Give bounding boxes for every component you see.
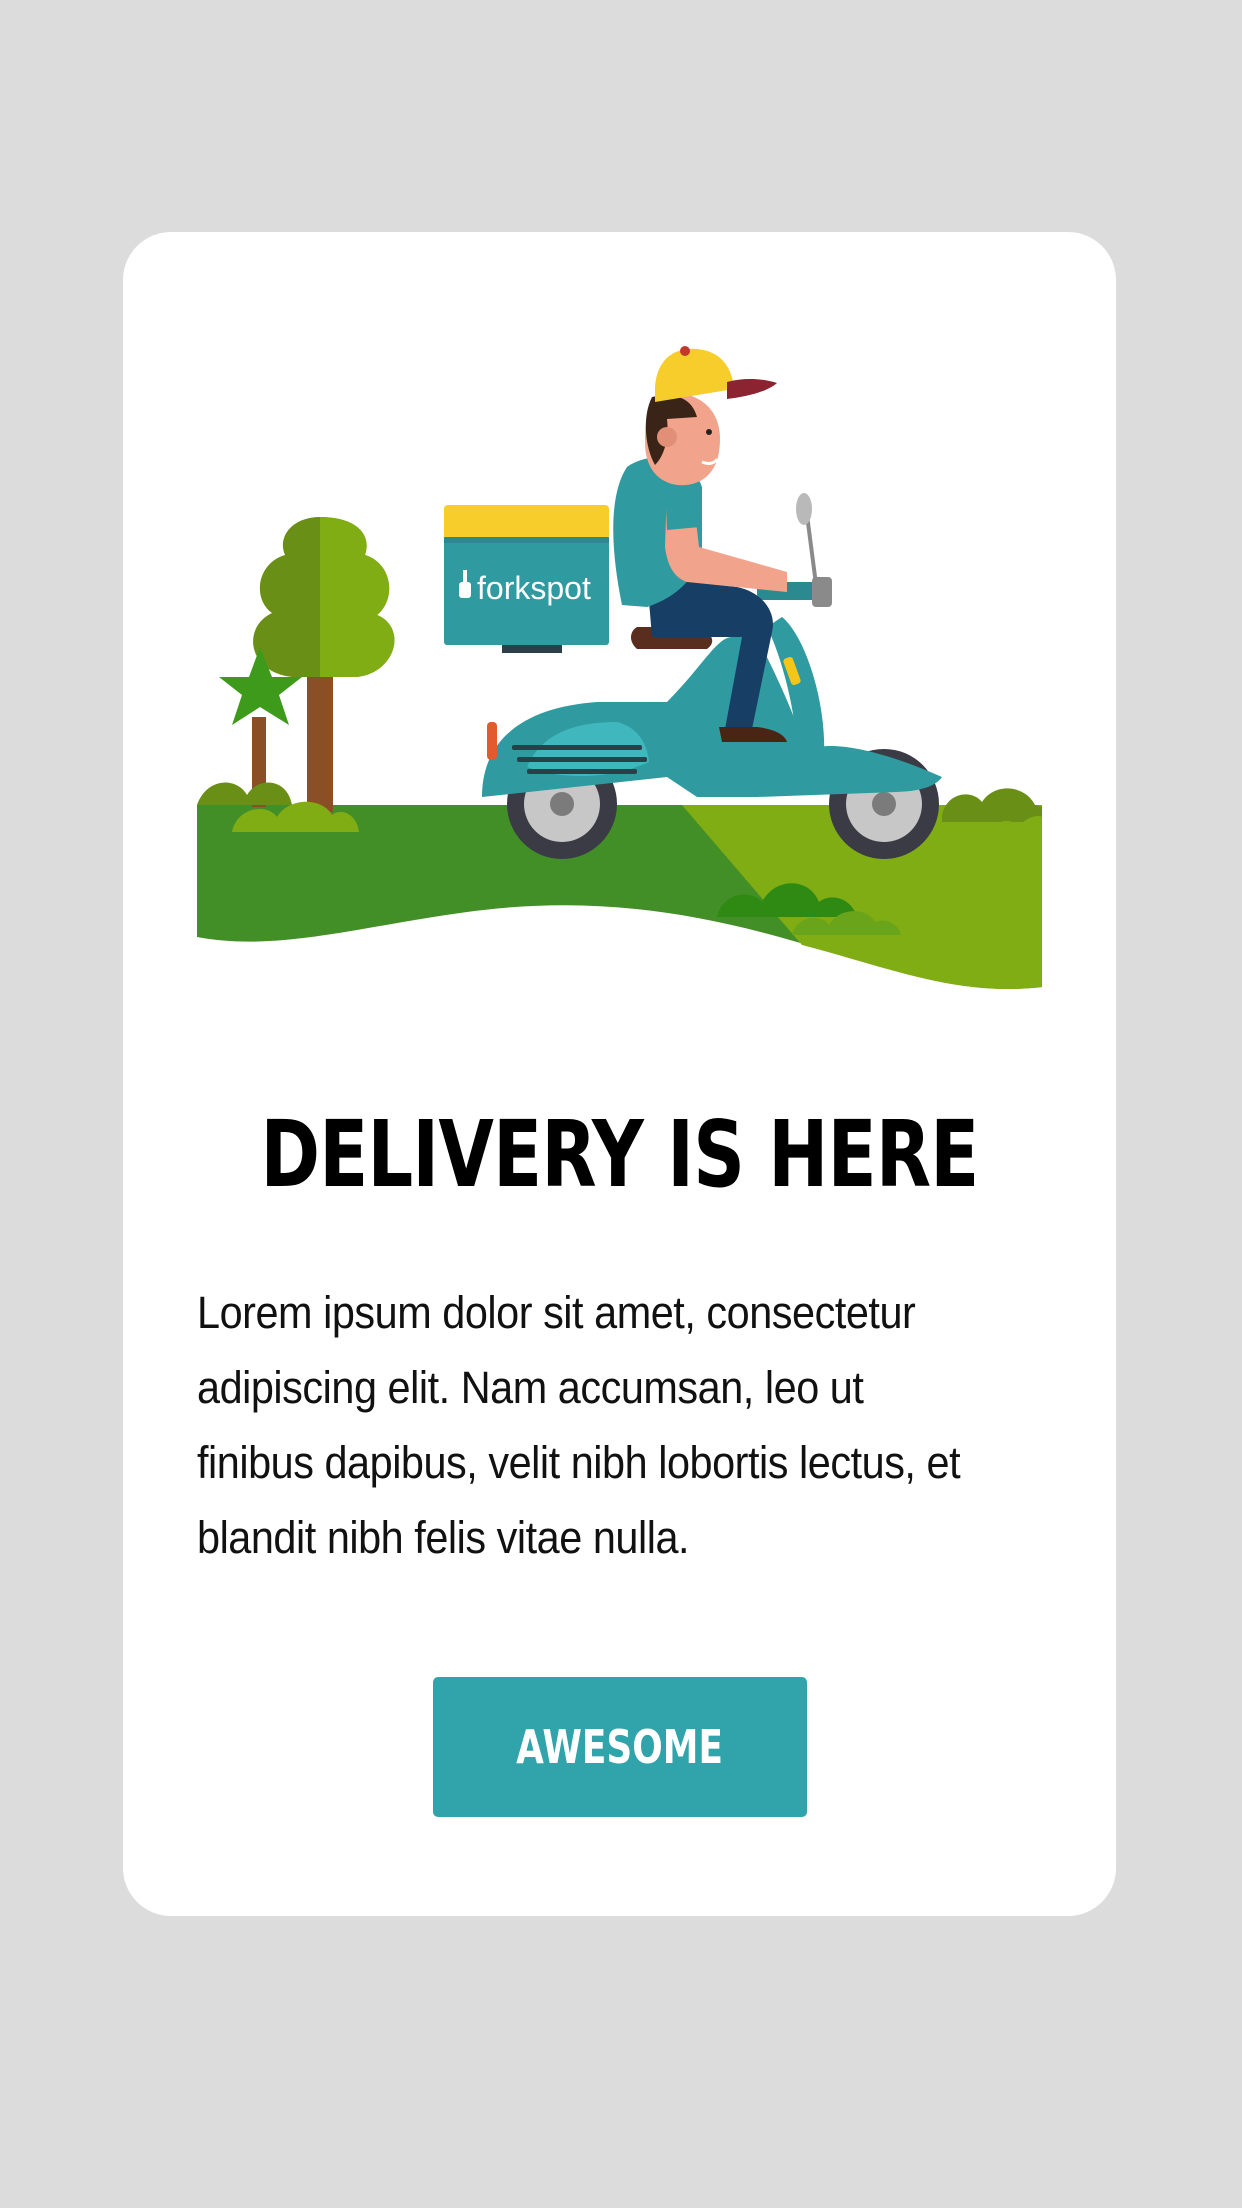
awesome-button[interactable]: AWESOME bbox=[433, 1677, 807, 1817]
box-brand-label: forkspot bbox=[477, 570, 591, 606]
dialog-title: DELIVERY IS HERE bbox=[260, 1101, 979, 1208]
delivery-scooter-illustration: forkspot bbox=[197, 346, 1042, 989]
tree-icon bbox=[219, 517, 395, 812]
awesome-button-label: AWESOME bbox=[516, 1720, 724, 1774]
delivery-box: forkspot bbox=[444, 505, 609, 653]
dialog-body-text: Lorem ipsum dolor sit amet, consectetur … bbox=[197, 1287, 961, 1563]
delivery-dialog-card: forkspot DELIVERY IS HERE Lorem ipsum do… bbox=[123, 232, 1116, 1916]
